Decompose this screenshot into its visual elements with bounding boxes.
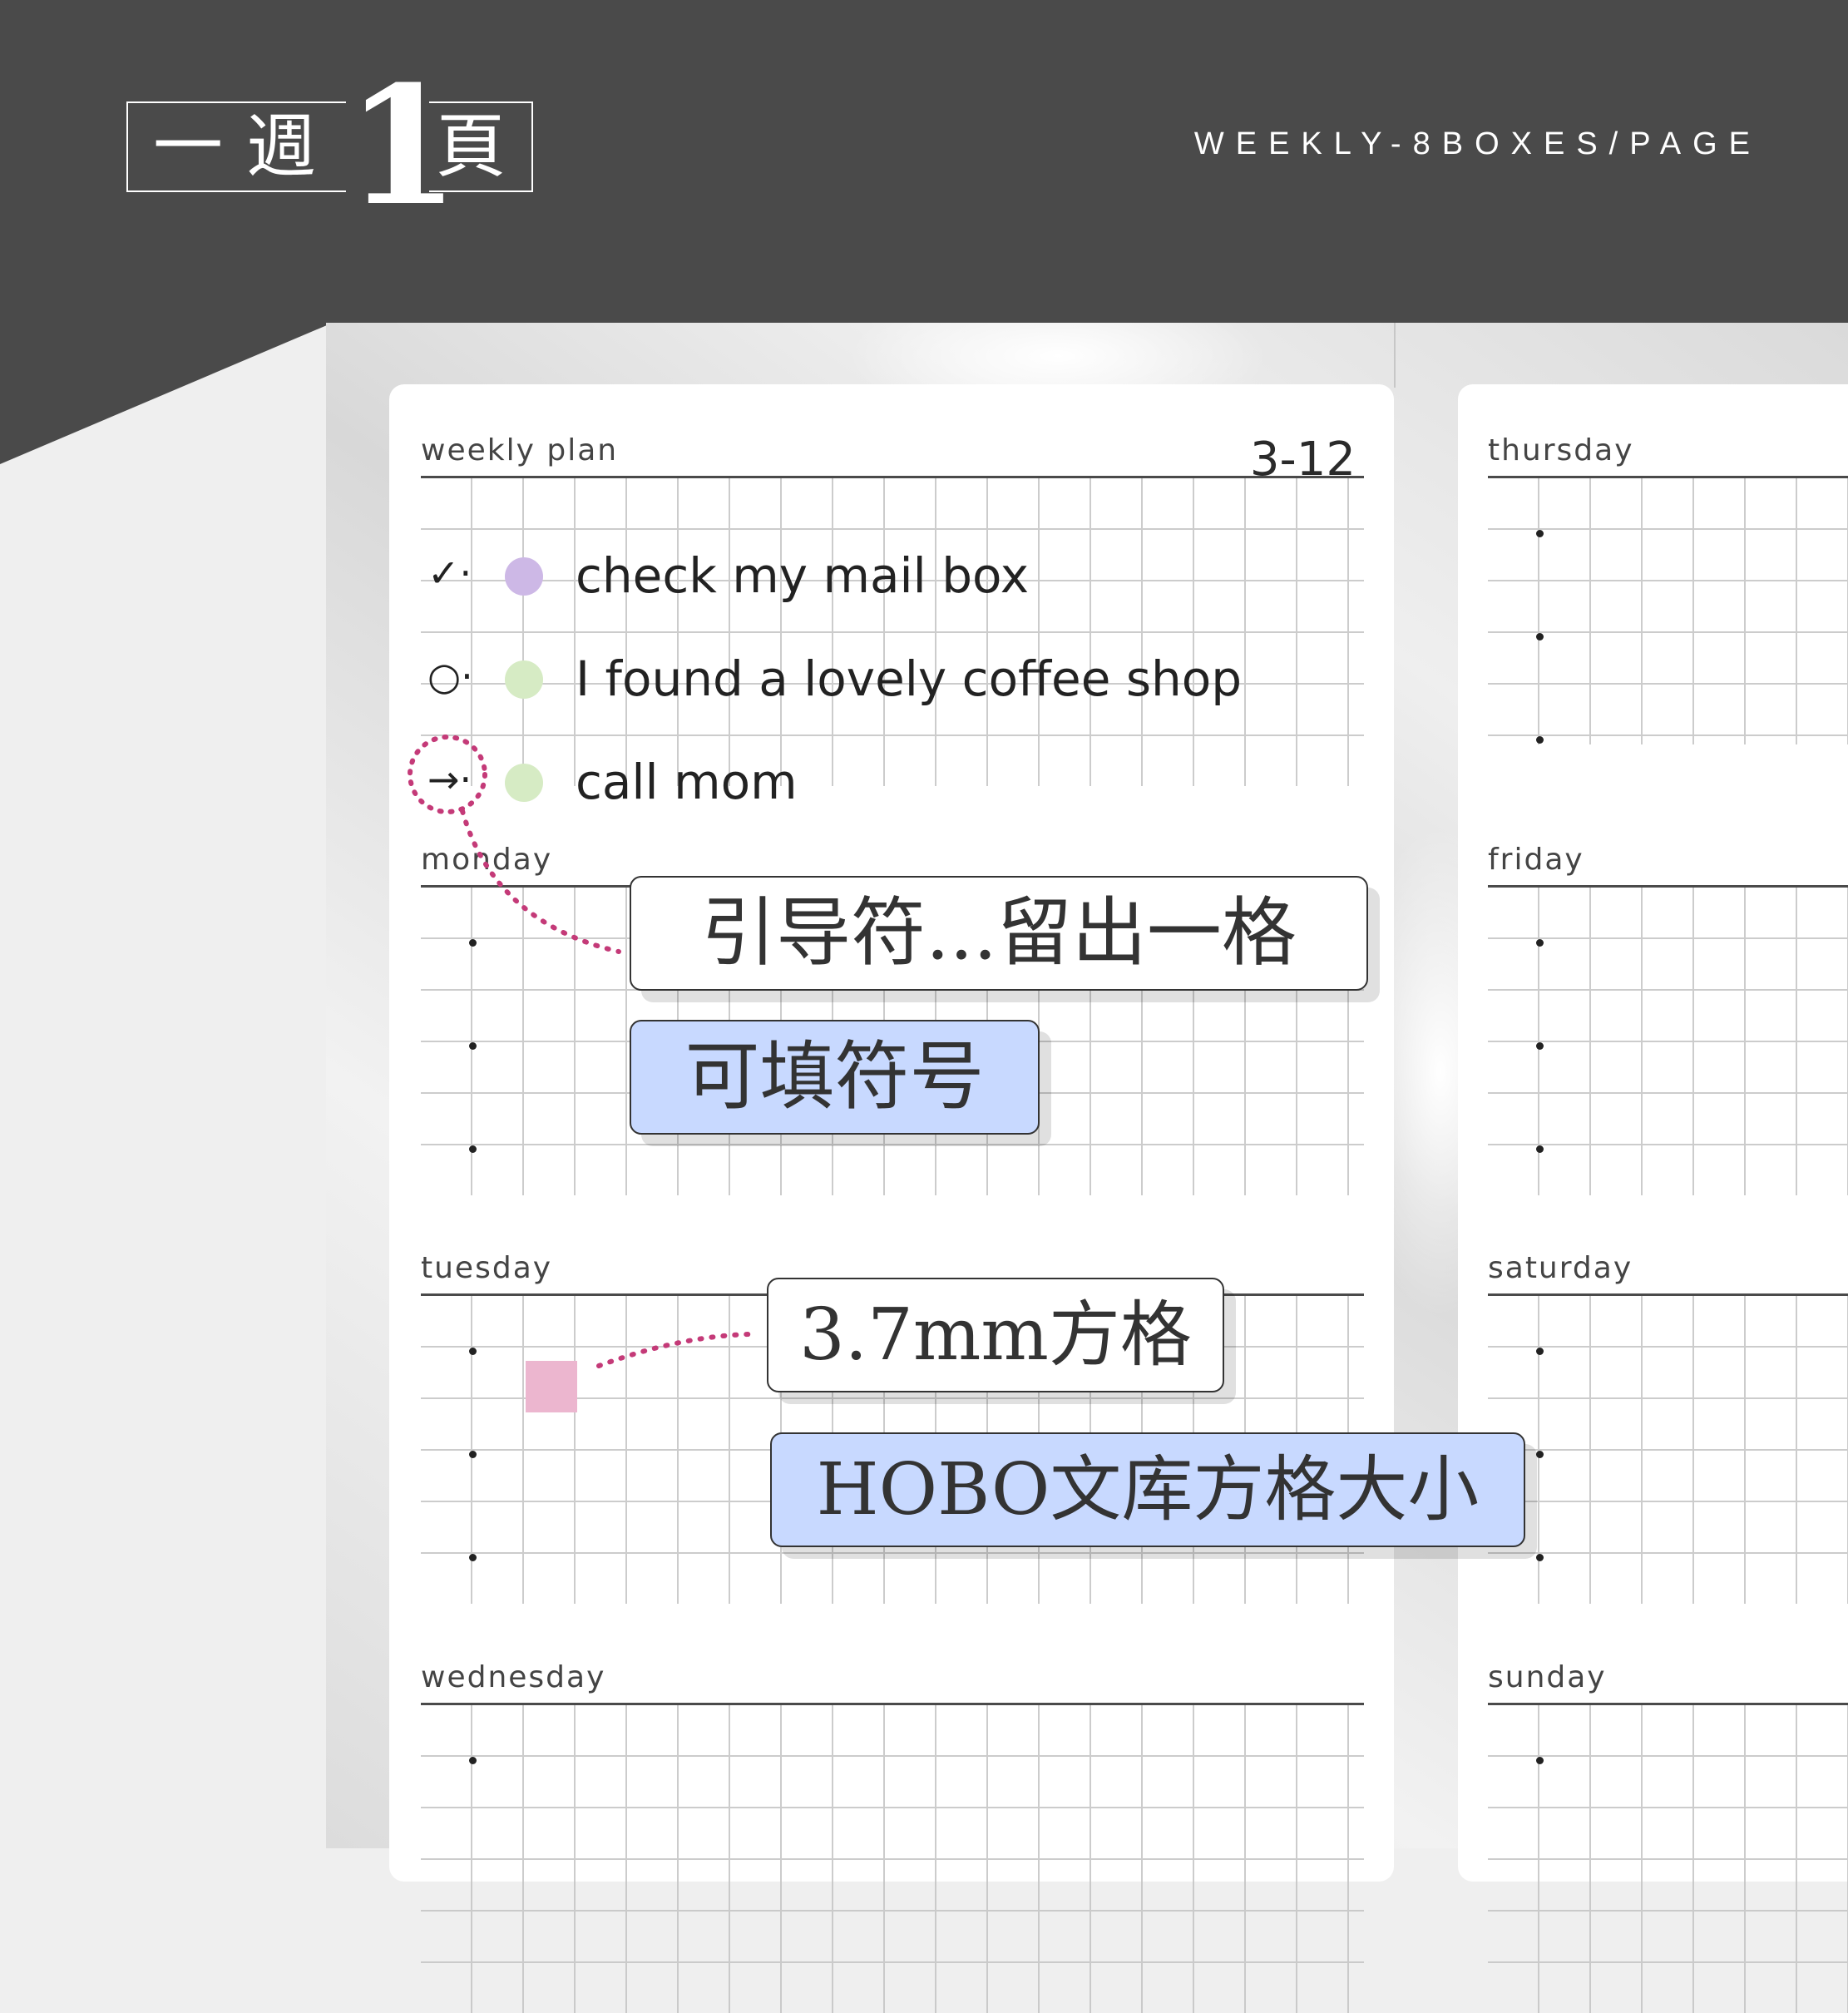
weekly-plan-label: weekly plan <box>421 433 619 467</box>
bullet-dot <box>469 1451 477 1458</box>
callout-hobo-grid: HOBO文库方格大小 <box>770 1432 1525 1547</box>
header-wedge <box>0 323 333 464</box>
logo-char-2: 週 <box>246 106 317 187</box>
check-icon: ✓· <box>427 551 472 596</box>
category-dot <box>505 660 543 699</box>
bullet-dot <box>1536 939 1544 947</box>
task-text: check my mail box <box>576 547 1030 604</box>
arrow-icon: →· <box>427 757 472 802</box>
bullet-dot <box>1536 736 1544 744</box>
grid <box>421 1705 1364 2013</box>
category-dot <box>505 764 543 802</box>
task-row[interactable]: →· call mom <box>421 747 1364 814</box>
bullet-dot <box>469 1757 477 1764</box>
grid <box>1488 478 1848 744</box>
grid <box>421 478 1364 786</box>
subtitle: WEEKLY-8BOXES/PAGE <box>1193 126 1762 161</box>
bullet-dot <box>1536 1348 1544 1355</box>
task-text: I found a lovely coffee shop <box>576 650 1243 707</box>
grid <box>1488 1705 1848 2013</box>
circle-icon: ○· <box>427 654 473 699</box>
logo-number: 1 <box>346 51 460 242</box>
bullet-dot <box>1536 1145 1544 1153</box>
day-label-thursday: thursday <box>1488 433 1634 467</box>
bullet-dot <box>1536 1554 1544 1561</box>
logo-char-1: 一 <box>153 106 224 187</box>
bullet-dot <box>469 1042 477 1050</box>
bullet-dot <box>1536 1042 1544 1050</box>
weekly-plan-section: weekly plan 3-12 ✓· check my mail box ○·… <box>421 433 1364 809</box>
bullet-dot <box>1536 530 1544 537</box>
bullet-dot <box>469 1348 477 1355</box>
bullet-dot <box>469 939 477 947</box>
day-label-tuesday: tuesday <box>421 1251 553 1285</box>
task-row[interactable]: ✓· check my mail box <box>421 541 1364 607</box>
logo-char-3: 頁 <box>436 106 506 187</box>
task-row[interactable]: ○· I found a lovely coffee shop <box>421 644 1364 710</box>
day-label-friday: friday <box>1488 843 1584 877</box>
bullet-dot <box>1536 1451 1544 1458</box>
category-dot <box>505 557 543 596</box>
sunday-section: sunday <box>1488 1660 1848 2013</box>
wednesday-section: wednesday <box>421 1660 1364 2013</box>
grid-size-swatch <box>526 1361 577 1412</box>
task-text: call mom <box>576 754 798 810</box>
thursday-section: thursday <box>1488 434 1848 767</box>
friday-section: friday <box>1488 843 1848 1195</box>
day-label-wednesday: wednesday <box>421 1660 606 1694</box>
bullet-dot <box>469 1554 477 1561</box>
right-page: thursday friday saturday sunday <box>1458 384 1848 2013</box>
bullet-dot <box>1536 633 1544 640</box>
callout-guide-symbol: 引导符...留出一格 <box>630 876 1368 991</box>
callout-grid-size: 3.7mm方格 <box>767 1278 1224 1392</box>
logo: 一 週 1 頁 <box>126 65 533 228</box>
day-label-sunday: sunday <box>1488 1660 1607 1694</box>
bullet-dot <box>1536 1757 1544 1764</box>
day-label-saturday: saturday <box>1488 1251 1633 1285</box>
day-label-monday: monday <box>421 843 553 877</box>
saturday-section: saturday <box>1488 1251 1848 1604</box>
fold-line <box>1394 323 1396 388</box>
bullet-dot <box>469 1145 477 1153</box>
callout-fillable-symbol: 可填符号 <box>630 1020 1040 1135</box>
